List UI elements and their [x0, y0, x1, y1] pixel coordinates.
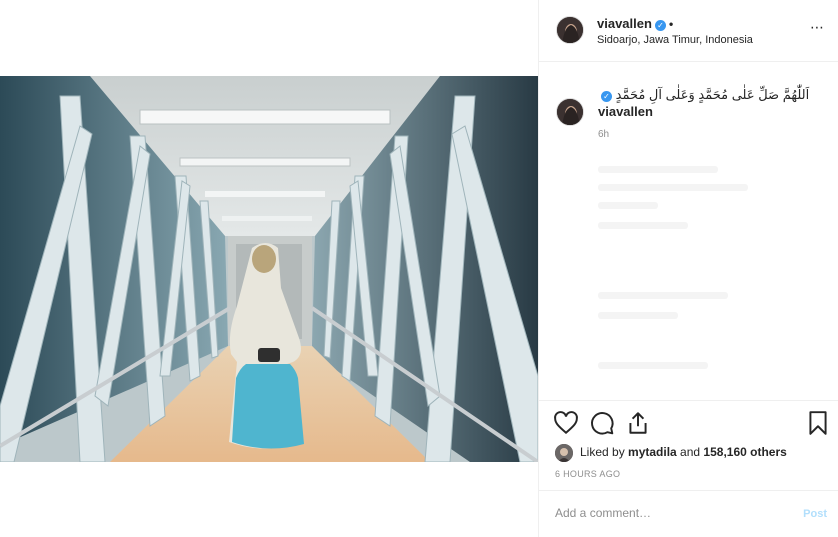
comment-form: Post	[539, 490, 838, 537]
comment-placeholder-bar	[598, 184, 748, 191]
post-location[interactable]: Sidoarjo, Jawa Timur, Indonesia	[597, 34, 753, 46]
comment-placeholder-bar	[598, 222, 688, 229]
post-side-panel: viavallen ✓ • Sidoarjo, Jawa Timur, Indone…	[538, 0, 838, 537]
comment-bubble-icon[interactable]	[589, 410, 615, 436]
heart-icon[interactable]	[553, 410, 579, 436]
likes-count[interactable]: 158,160 others	[703, 445, 786, 459]
caption-body: اَللّٰهُمَّ صَلِّ عَلٰى مُحَمَّدٍ وَعَلٰ…	[615, 87, 810, 102]
comment-placeholder-bar	[598, 166, 718, 173]
post-actions: Liked by mytadila and 158,160 others 6 H…	[539, 400, 838, 490]
liked-by-user[interactable]: mytadila	[628, 445, 677, 459]
author-avatar[interactable]	[556, 16, 584, 44]
comment-placeholder-bar	[598, 362, 708, 369]
caption-area: اَللّٰهُمَّ صَلِّ عَلٰى مُحَمَّدٍ وَعَلٰ…	[539, 62, 838, 400]
share-icon[interactable]	[625, 410, 651, 436]
caption-verified-icon: ✓	[601, 91, 612, 102]
author-username[interactable]: viavallen ✓ •	[597, 16, 673, 31]
post-timestamp[interactable]: 6 HOURS AGO	[555, 469, 620, 479]
caption-text: اَللّٰهُمَّ صَلِّ عَلٰى مُحَمَّدٍ وَعَلٰ…	[598, 86, 820, 120]
liker-avatar[interactable]	[555, 444, 573, 462]
caption-username[interactable]: viavallen	[598, 104, 653, 119]
caption-avatar[interactable]	[556, 98, 584, 126]
likes-text: Liked by mytadila and 158,160 others	[580, 445, 787, 459]
jet-bridge-photo	[0, 76, 538, 462]
likes-prefix: Liked by	[580, 445, 629, 459]
comment-placeholder-bar	[598, 292, 728, 299]
bookmark-icon[interactable]	[805, 410, 831, 436]
likes-mid: and	[676, 445, 704, 459]
comment-placeholder-bar	[598, 312, 678, 319]
media-area	[0, 0, 538, 537]
separator-dot: •	[668, 17, 674, 31]
username-text[interactable]: viavallen	[597, 16, 652, 31]
post-header: viavallen ✓ • Sidoarjo, Jawa Timur, Indone…	[539, 0, 838, 62]
more-options-button[interactable]: ⋯	[810, 20, 825, 34]
verified-badge-icon: ✓	[654, 20, 666, 31]
comment-placeholder-bar	[598, 202, 658, 209]
post-comment-button[interactable]: Post	[803, 508, 827, 520]
post-photo[interactable]	[0, 76, 538, 462]
comment-input[interactable]	[555, 506, 775, 520]
caption-age[interactable]: 6h	[598, 129, 609, 140]
